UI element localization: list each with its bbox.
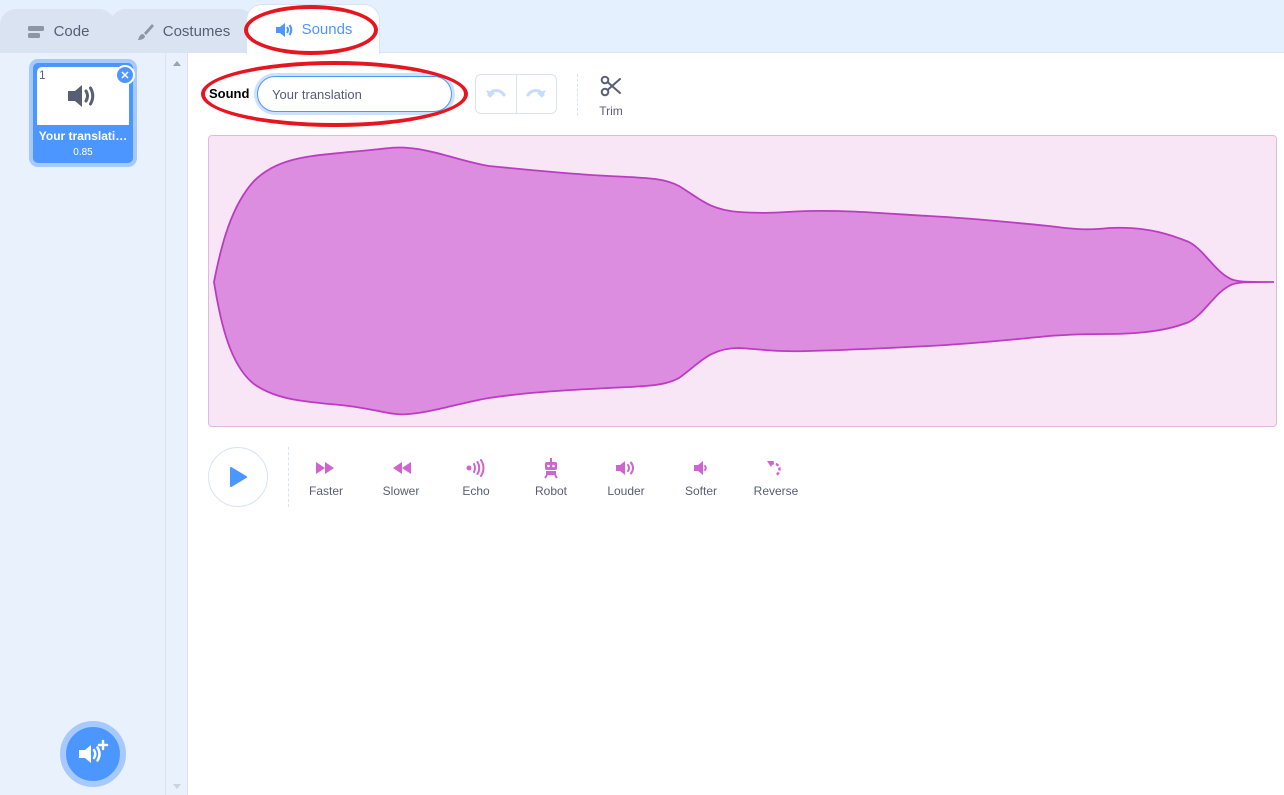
effect-faster-label: Faster <box>308 484 343 498</box>
sound-name-input[interactable] <box>257 76 452 112</box>
effects-divider <box>288 447 289 507</box>
tab-sounds-label: Sounds <box>301 21 353 38</box>
waveform <box>213 146 1275 416</box>
effect-faster-button[interactable]: Faster <box>291 457 361 498</box>
sound-tile-selected[interactable]: 1 ✕ Your translati… 0.85 <box>29 59 137 167</box>
scroll-up-arrow-icon[interactable] <box>173 61 181 66</box>
redo-icon <box>526 89 547 98</box>
slower-icon <box>393 462 411 474</box>
tab-code[interactable]: Code <box>0 9 115 53</box>
sound-name-label: Sound <box>209 86 250 101</box>
undo-icon <box>485 89 506 98</box>
effect-louder-button[interactable]: Louder <box>591 457 661 498</box>
reverse-icon <box>767 461 781 477</box>
effect-softer-label: Softer <box>684 484 717 498</box>
waveform-display[interactable] <box>208 135 1277 427</box>
effect-slower-button[interactable]: Slower <box>366 457 436 498</box>
effect-echo-label: Echo <box>462 484 490 498</box>
waveform-shape <box>213 146 1275 416</box>
play-sound-button[interactable] <box>208 447 268 507</box>
sound-list-scrollbar[interactable] <box>166 53 188 795</box>
play-icon <box>230 467 247 487</box>
undo-redo-group <box>475 74 557 114</box>
effect-robot-label: Robot <box>534 484 568 498</box>
robot-icon <box>544 458 558 479</box>
delete-sound-button[interactable]: ✕ <box>115 65 135 85</box>
sound-tile-duration: 0.85 <box>73 147 93 158</box>
speaker-icon <box>68 85 95 107</box>
undo-button[interactable] <box>476 75 517 113</box>
add-sound-icon <box>79 739 109 763</box>
tab-costumes-label: Costumes <box>162 23 231 40</box>
editor-tab-bar: Code Costumes Sounds <box>0 0 1284 54</box>
effect-reverse-label: Reverse <box>753 484 799 498</box>
code-icon <box>26 22 46 42</box>
tab-sounds[interactable]: Sounds <box>246 4 380 54</box>
scroll-down-arrow-icon[interactable] <box>173 784 181 789</box>
add-sound-button[interactable] <box>60 721 126 787</box>
speaker-icon <box>274 20 294 40</box>
sound-tile-number: 1 <box>39 68 46 82</box>
effect-slower-label: Slower <box>382 484 420 498</box>
faster-icon <box>316 462 334 474</box>
tab-code-label: Code <box>53 23 90 40</box>
trim-button[interactable]: Trim <box>596 75 626 118</box>
effect-louder-label: Louder <box>607 484 645 498</box>
effect-robot-button[interactable]: Robot <box>516 457 586 498</box>
scissors-icon <box>600 75 621 97</box>
effect-echo-button[interactable]: Echo <box>441 457 511 498</box>
softer-icon <box>694 461 707 475</box>
sound-tile-name: Your translati… <box>38 129 128 143</box>
louder-icon <box>616 461 634 475</box>
tab-costumes[interactable]: Costumes <box>110 9 255 53</box>
effect-softer-button[interactable]: Softer <box>666 457 736 498</box>
redo-button[interactable] <box>517 75 557 113</box>
trim-label: Trim <box>599 104 623 118</box>
brush-icon <box>135 22 155 42</box>
echo-icon <box>466 459 485 477</box>
sound-editor: Sound Trim Faster Slower Echo Robot <box>188 53 1284 795</box>
toolbar-divider <box>577 74 578 116</box>
close-icon: ✕ <box>120 69 130 82</box>
effect-reverse-button[interactable]: Reverse <box>741 457 811 498</box>
